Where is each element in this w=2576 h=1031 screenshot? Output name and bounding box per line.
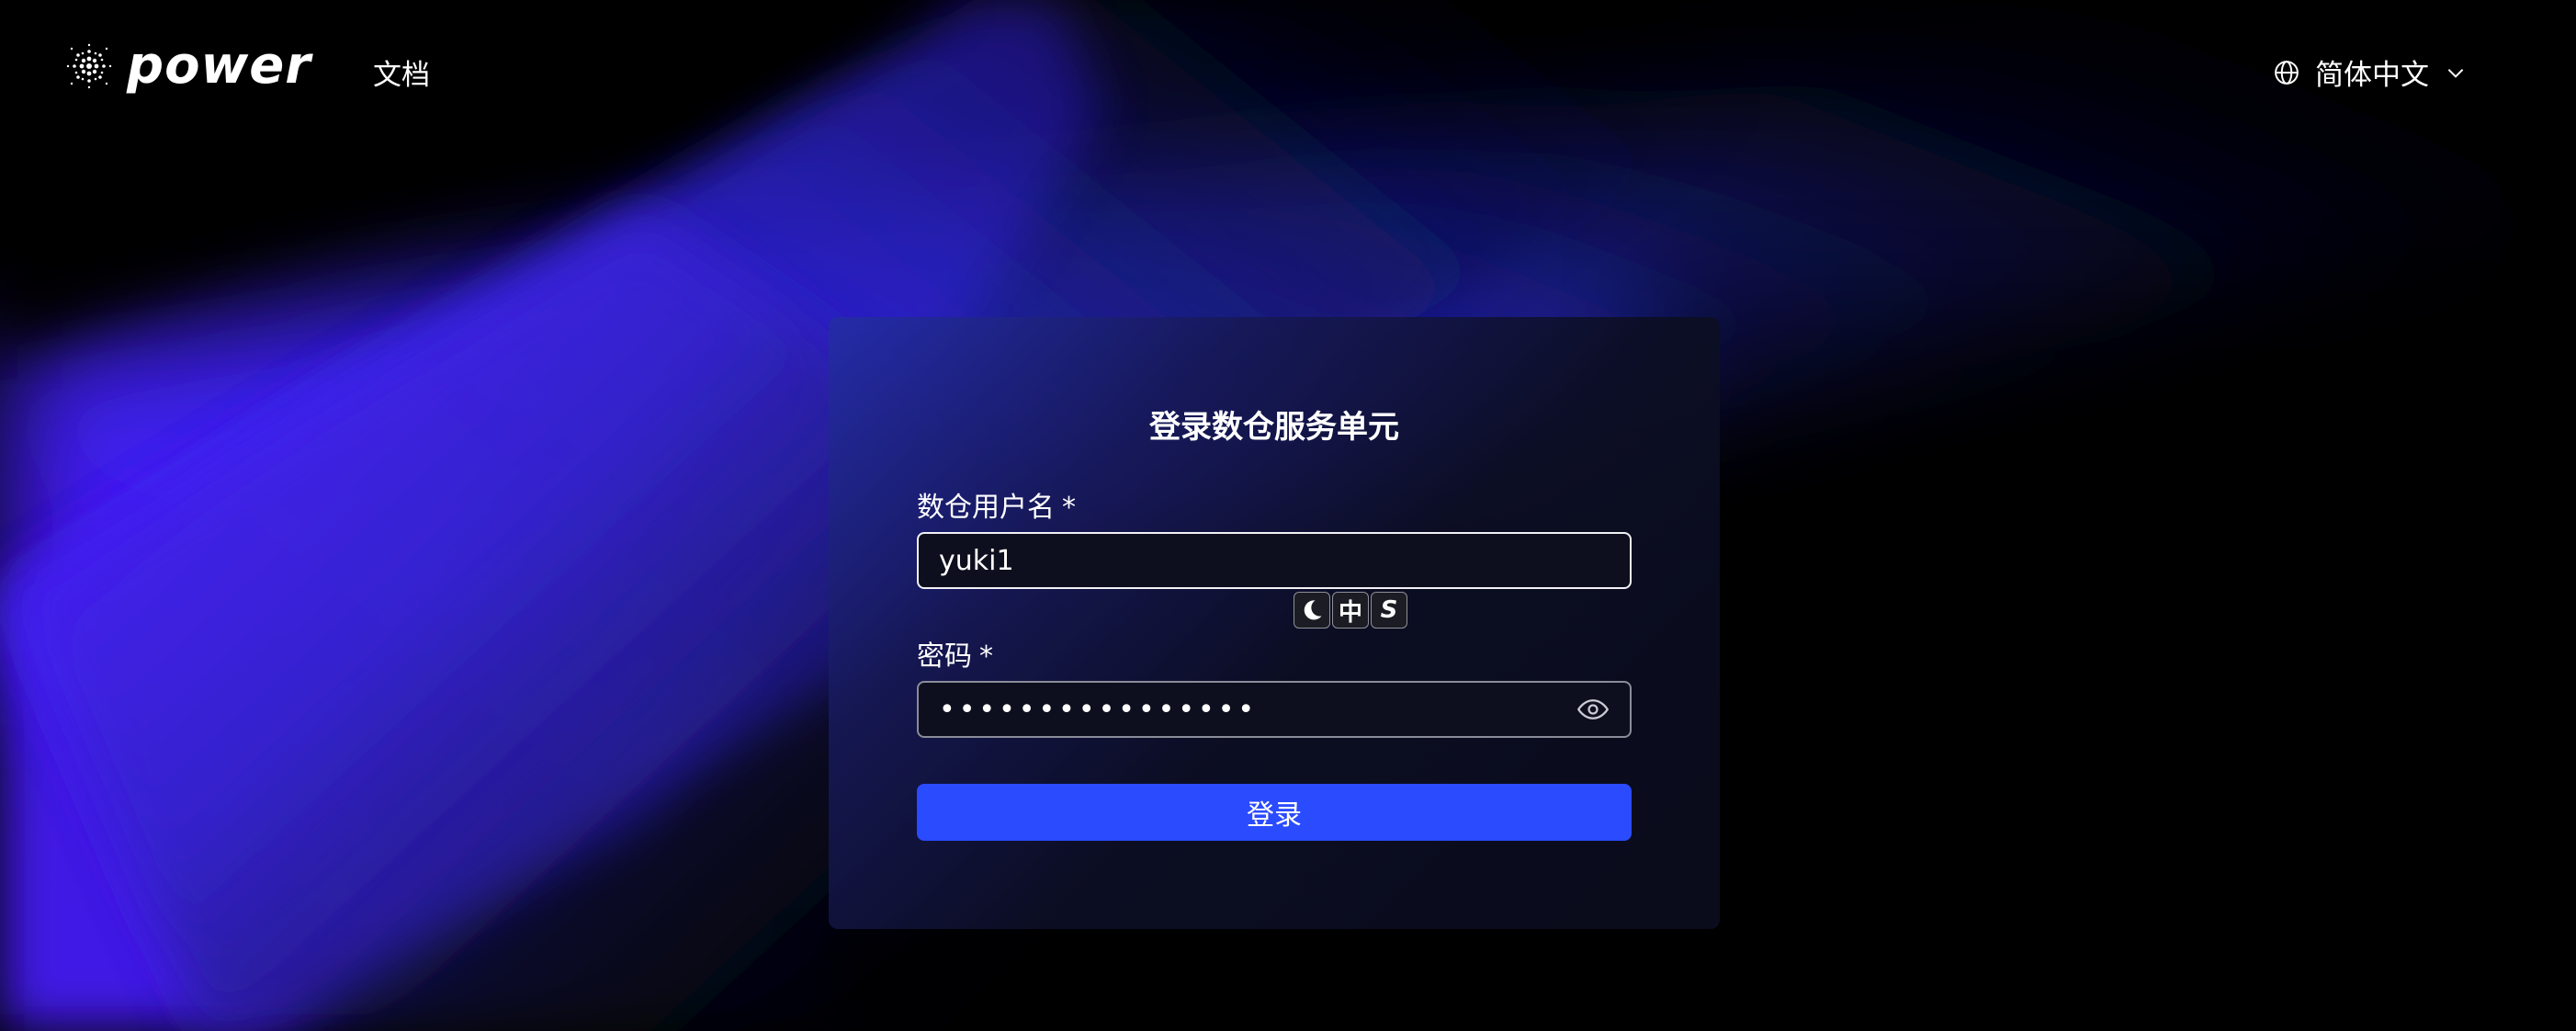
username-label-text: 数仓用户名 xyxy=(917,492,1055,524)
required-mark: * xyxy=(979,640,993,673)
brand-logo[interactable]: power xyxy=(64,40,311,92)
password-label-text: 密码 xyxy=(917,640,972,673)
username-label: 数仓用户名 * xyxy=(917,484,1076,525)
password-field[interactable] xyxy=(917,681,1632,738)
login-card: 登录数仓服务单元 数仓用户名* 中 S 密码* xyxy=(829,317,1720,929)
login-button[interactable]: 登录 xyxy=(917,784,1632,841)
username-input[interactable] xyxy=(939,544,1610,577)
language-selector[interactable]: 简体中文 xyxy=(2273,51,2468,93)
password-label: 密码 * xyxy=(917,633,993,674)
eye-icon[interactable] xyxy=(1576,693,1610,726)
chinese-mode-icon: 中 xyxy=(1338,598,1362,627)
ime-sogou-button[interactable]: S xyxy=(1371,592,1407,629)
globe-icon xyxy=(2275,60,2299,85)
ime-toolbar: 中 S xyxy=(1294,592,1407,629)
username-field[interactable] xyxy=(917,532,1632,589)
brand-name: power xyxy=(127,36,311,96)
password-input[interactable] xyxy=(939,693,1576,726)
top-header: power 文档 简体中文 xyxy=(0,0,2576,138)
chevron-down-icon xyxy=(2447,68,2464,78)
asterisk-logo-icon xyxy=(66,43,112,89)
moon-icon xyxy=(1304,600,1322,620)
nav-docs-link[interactable]: 文档 xyxy=(373,51,430,93)
ime-moon-button[interactable] xyxy=(1294,592,1330,629)
sogou-s-icon: S xyxy=(1380,596,1398,624)
ime-chinese-button[interactable]: 中 xyxy=(1332,592,1369,629)
login-title: 登录数仓服务单元 xyxy=(1149,409,1399,446)
required-mark: * xyxy=(1062,492,1076,524)
login-page: power 文档 简体中文 登录数仓服务单元 数仓用户名 * yuki1 中 S… xyxy=(0,0,2576,1031)
language-label: 简体中文 xyxy=(2315,59,2429,92)
